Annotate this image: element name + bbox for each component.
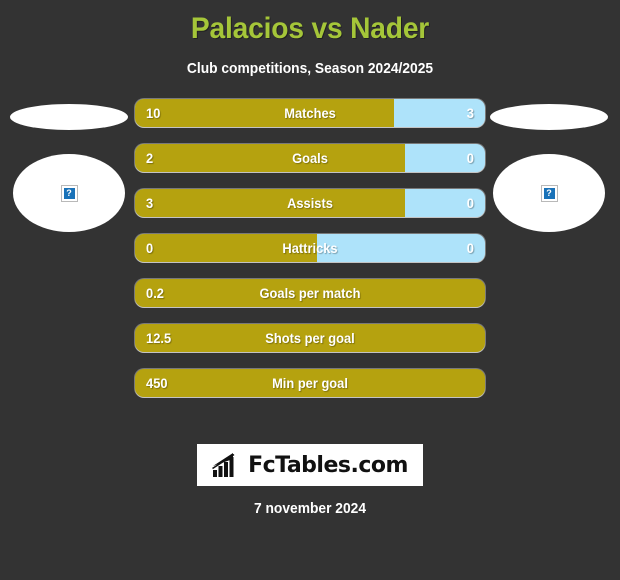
stat-bar-text: 0.2 Goals per match bbox=[135, 279, 485, 307]
stat-bar-text: 450 Min per goal bbox=[135, 369, 485, 397]
stat-left-value: 450 bbox=[146, 375, 168, 391]
stat-right-value: 0 bbox=[466, 195, 474, 211]
right-player-name bbox=[490, 104, 608, 130]
right-player-panel: ? bbox=[485, 99, 615, 359]
bar-chart-trend-icon bbox=[212, 453, 235, 477]
stat-left-value: 0.2 bbox=[146, 285, 164, 301]
fctables-logo-text: FcTables.com bbox=[248, 452, 408, 478]
left-player-logo: ? bbox=[13, 154, 125, 232]
stat-label: Assists bbox=[287, 195, 333, 211]
stat-label: Min per goal bbox=[272, 375, 348, 391]
fctables-logo[interactable]: FcTables.com bbox=[197, 444, 423, 486]
stat-label: Goals bbox=[292, 150, 328, 166]
stat-label: Goals per match bbox=[259, 285, 361, 301]
page-title: Palacios vs Nader bbox=[190, 12, 430, 45]
stat-bar-row: 0 Hattricks 0 bbox=[135, 234, 485, 262]
stat-left-value: 12.5 bbox=[146, 330, 172, 346]
stat-bar-row: 10 Matches 3 bbox=[135, 99, 485, 127]
footer-date: 7 november 2024 bbox=[253, 500, 367, 517]
stat-bar-text: 3 Assists 0 bbox=[135, 189, 485, 217]
broken-image-icon: ? bbox=[540, 184, 558, 202]
broken-image-icon: ? bbox=[60, 184, 78, 202]
stat-bar-row: 3 Assists 0 bbox=[135, 189, 485, 217]
stat-label: Hattricks bbox=[282, 240, 338, 256]
right-player-logo: ? bbox=[493, 154, 605, 232]
stat-bar-text: 10 Matches 3 bbox=[135, 99, 485, 127]
stat-right-value: 0 bbox=[466, 150, 474, 166]
page-subtitle: Club competitions, Season 2024/2025 bbox=[186, 60, 434, 77]
stat-label: Matches bbox=[284, 105, 336, 121]
stat-left-value: 0 bbox=[146, 240, 154, 256]
stat-bar-row: 450 Min per goal bbox=[135, 369, 485, 397]
left-player-name bbox=[10, 104, 128, 130]
stat-bar-row: 2 Goals 0 bbox=[135, 144, 485, 172]
stats-bar-list: 10 Matches 3 2 Goals 0 3 Assists 0 0 Hattricks 0 0.2… bbox=[135, 99, 485, 414]
stat-left-value: 3 bbox=[146, 195, 154, 211]
stat-bar-text: 12.5 Shots per goal bbox=[135, 324, 485, 352]
stat-right-value: 3 bbox=[466, 105, 474, 121]
left-player-panel: ? bbox=[5, 99, 135, 359]
stat-bar-text: 2 Goals 0 bbox=[135, 144, 485, 172]
stat-bar-row: 12.5 Shots per goal bbox=[135, 324, 485, 352]
stat-bar-text: 0 Hattricks 0 bbox=[135, 234, 485, 262]
stat-left-value: 10 bbox=[146, 105, 161, 121]
stat-right-value: 0 bbox=[466, 240, 474, 256]
stat-label: Shots per goal bbox=[265, 330, 355, 346]
stat-left-value: 2 bbox=[146, 150, 154, 166]
stat-bar-row: 0.2 Goals per match bbox=[135, 279, 485, 307]
comparison-content: ? 10 Matches 3 2 Goals 0 3 Assists 0 0 Hattricks 0 0… bbox=[0, 99, 620, 499]
